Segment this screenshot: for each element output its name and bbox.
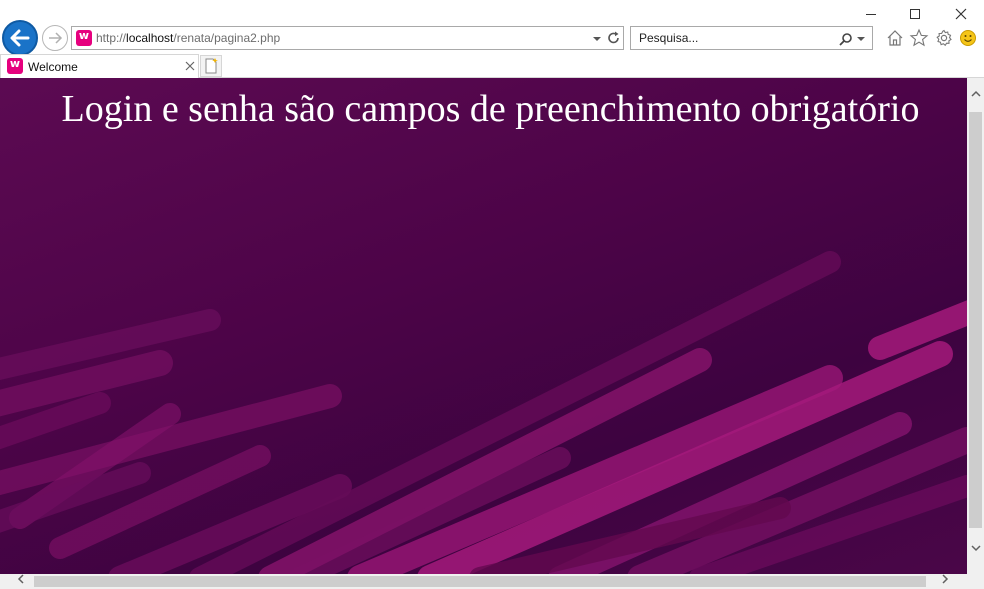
close-tab-button[interactable] [183, 58, 197, 74]
minimize-icon [866, 14, 876, 15]
minimize-button[interactable] [856, 4, 886, 24]
background-stripes [0, 251, 967, 574]
forward-arrow-icon [49, 32, 63, 44]
chevron-down-icon [593, 37, 601, 41]
search-icon [839, 33, 865, 46]
tab-label: Welcome [28, 60, 78, 74]
star-icon [909, 28, 929, 47]
page-viewport: Login e senha são campos de preenchiment… [0, 78, 967, 574]
chevron-left-icon [17, 574, 24, 584]
back-button[interactable] [2, 20, 38, 56]
search-input[interactable]: Pesquisa... [639, 31, 698, 45]
close-icon [955, 8, 967, 20]
scroll-up-button[interactable] [967, 88, 984, 105]
refresh-button[interactable] [606, 29, 622, 47]
home-button[interactable] [885, 28, 905, 48]
horizontal-scroll-thumb[interactable] [34, 576, 926, 587]
site-favicon-icon [76, 29, 92, 46]
url-text[interactable]: http://localhost/renata/pagina2.php [96, 31, 280, 45]
scroll-down-button[interactable] [967, 542, 984, 559]
tab-favicon-icon [7, 57, 23, 74]
chevron-up-icon [970, 90, 981, 97]
feedback-button[interactable] [958, 28, 978, 48]
maximize-button[interactable] [900, 4, 930, 24]
refresh-icon [608, 31, 619, 44]
address-dropdown-button[interactable] [590, 29, 604, 47]
address-bar[interactable]: http://localhost/renata/pagina2.php [71, 26, 624, 50]
scroll-right-button[interactable] [936, 573, 953, 589]
scroll-left-button[interactable] [12, 573, 29, 589]
back-arrow-icon [10, 29, 30, 47]
close-icon [185, 61, 195, 71]
page-heading: Login e senha são campos de preenchiment… [61, 88, 920, 130]
search-box[interactable]: Pesquisa... [630, 26, 873, 50]
maximize-icon [910, 9, 920, 19]
vertical-scroll-thumb[interactable] [969, 112, 982, 528]
smiley-icon [960, 30, 976, 46]
search-button[interactable] [837, 30, 867, 48]
chevron-right-icon [941, 574, 948, 584]
chevron-down-icon [970, 545, 981, 552]
scrollbar-corner [967, 574, 984, 589]
settings-button[interactable] [934, 28, 954, 48]
forward-button[interactable] [42, 25, 68, 51]
tab-welcome[interactable]: Welcome [0, 54, 199, 78]
browser-window: http://localhost/renata/pagina2.php Pesq… [0, 0, 984, 589]
gear-icon [936, 29, 952, 47]
favorites-button[interactable] [909, 28, 929, 48]
new-tab-icon [205, 58, 218, 74]
home-icon [887, 30, 903, 46]
close-window-button[interactable] [946, 4, 976, 24]
new-tab-button[interactable] [200, 55, 222, 77]
